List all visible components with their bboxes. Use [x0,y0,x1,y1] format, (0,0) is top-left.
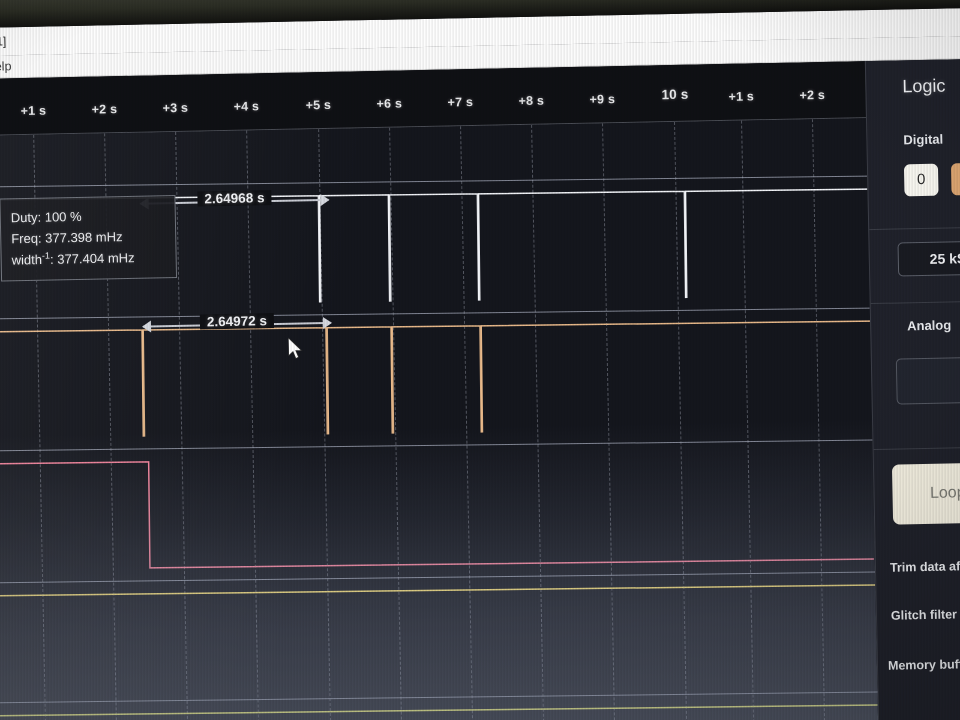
waveform-graph[interactable]: HLHLHLHLHL 2.64968 s2.64972 s Duty: 100 … [0,118,879,720]
ruler-tick-11: +2 s [799,87,826,103]
ruler-tick-6: +7 s [447,95,474,110]
measurement-arrow-right-1 [322,316,333,330]
ruler-tick-4: +5 s [305,97,332,113]
option-memory-buffer-size[interactable]: Memory buffer siz [888,657,960,673]
measurement-label-1: 2.64972 s [199,313,275,330]
measurement-tooltip: Duty: 100 % Freq: 377.398 mHz width-1: 3… [0,194,178,282]
measurement-arrow-left-1 [141,320,152,333]
tooltip-width-label: width [11,252,43,268]
channel-lane-2[interactable]: HL [0,436,875,582]
digital-channel-1-button[interactable]: 1 [950,162,960,196]
ruler-tick-1: +2 s [91,102,118,117]
sidebar-heading-analog: Analog [907,317,952,334]
measurement-arrow-right-0 [320,193,330,207]
ruler-tick-5: +6 s [376,96,403,111]
ruler-tick-3: +4 s [233,99,260,114]
right-sidebar: Logic Digital 0 1 25 kS/s Analog Looping… [864,58,960,720]
option-glitch-filter[interactable]: Glitch filter [891,607,957,622]
looping-button[interactable]: Looping [891,462,960,525]
waveform-2 [0,461,874,569]
ruler-tick-0: +1 s [20,103,47,119]
analog-channel-box[interactable] [895,356,960,405]
app-body: s +1 s+2 s+3 s+4 s+5 s+6 s+7 s+8 s+9 s10… [0,58,960,720]
ruler-tick-9: 10 s [661,86,689,103]
tooltip-freq: Freq: 377.398 mHz [11,229,123,247]
tooltip-width-inverse: width-1: 377.404 mHz [11,247,165,272]
sidebar-heading-digital: Digital [903,131,944,148]
channel-lane-1[interactable]: HL [0,304,872,450]
ruler-tick-10: +1 s [728,89,755,104]
mouse-cursor-icon [287,336,305,366]
tooltip-duty: Duty: 100 % [10,208,82,226]
tooltip-width-value: : 377.404 mHz [49,250,135,268]
measurement-label-0: 2.64968 s [197,190,272,207]
monitor-photo: 1] elp s +1 s+2 s+3 s+4 s+5 s+6 s+7 s+8 … [0,0,960,720]
screen-content: 1] elp s +1 s+2 s+3 s+4 s+5 s+6 s+7 s+8 … [0,7,960,720]
ruler-tick-7: +8 s [518,93,545,109]
ruler-tick-2: +3 s [162,100,189,116]
sidebar-divider-1 [869,226,960,231]
option-trim-data-after-start[interactable]: Trim data after s [890,559,960,575]
ruler-tick-8: +9 s [589,92,616,107]
window-title-text: 1] [0,34,7,49]
sample-rate-dropdown[interactable]: 25 kS/s [897,240,960,277]
sidebar-divider-3 [873,446,960,451]
waveform-1 [0,320,870,437]
sidebar-title-logic: Logic [902,75,946,97]
digital-channel-0-button[interactable]: 0 [903,163,939,197]
sidebar-divider-2 [870,300,960,305]
menu-item-help[interactable]: elp [0,59,12,73]
